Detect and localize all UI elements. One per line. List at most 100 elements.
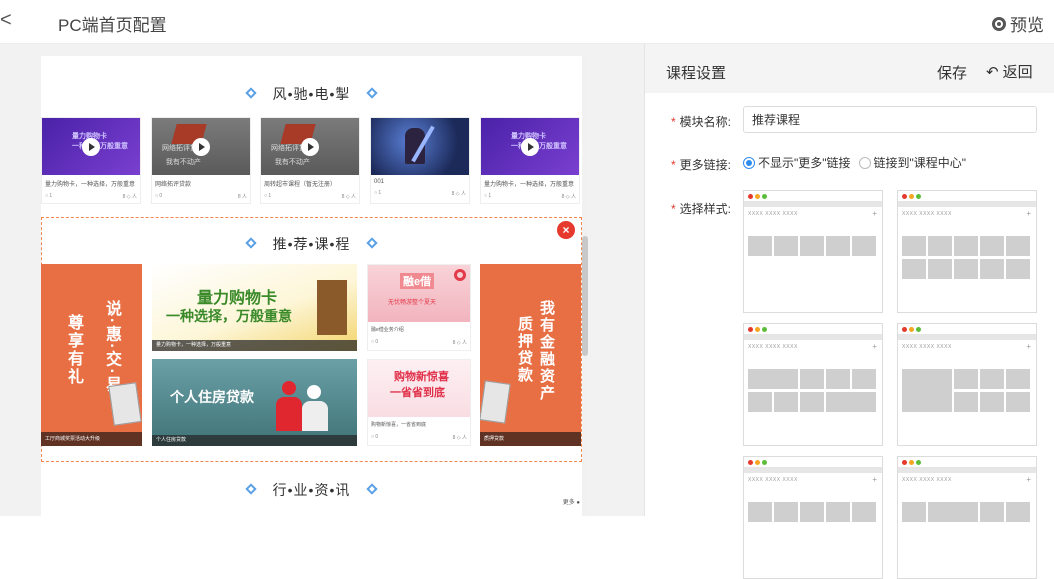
window-dot-icon [755,460,760,465]
style-block [954,369,978,389]
style-block [980,259,1004,279]
style-block [1006,259,1030,279]
play-icon[interactable] [192,137,210,156]
diamond-icon [244,87,257,99]
window-dot-icon [909,194,914,199]
section-title-recommended: 推•荐•课•程 [41,234,582,254]
course-card[interactable]: 001 ○ 18 ◇ 人 [370,117,470,204]
style-block [1006,502,1030,522]
preview-button[interactable]: 预览 [992,11,1044,36]
style-option-5[interactable]: XXXX XXXX XXXX + [743,456,883,579]
style-block [902,369,952,412]
course-thumbnail: 量力购物卡 一种选择万般重意 [42,118,140,175]
page-title: PC端首页配置 [58,16,167,35]
shelf-icon [317,280,347,335]
module-name-input[interactable] [743,106,1037,133]
canvas-scrollbar[interactable] [582,56,588,516]
course-card[interactable]: 量力购物卡 一种选择万般重意 量力购物卡，一种选择，万般重意 ○ 18 ◇ 人 [480,117,580,204]
style-block [826,392,876,412]
window-dot-icon [762,460,767,465]
banner-right[interactable]: 我有金融资产 质押贷款 质押贷款 [480,264,581,446]
panel-title: 课程设置 [666,65,727,82]
course-card[interactable]: 网络拓评贷款 我有不动产 周转超市课程（暂无注册） ○ 18 ◇ 人 [260,117,360,204]
page-preview: 风•驰•电•掣 量力购物卡 一种选择万般重意 量力购物卡，一种选择，万般重意 ○ … [41,56,588,516]
diamond-icon [366,483,379,495]
style-block [954,236,978,256]
course-card-shopping-surprise[interactable]: 购物新惊喜 一省省到底 购物新惊喜，一省省到底 ○ 08 ◇ 人 [367,359,471,446]
back-button[interactable]: < [0,9,14,33]
window-bar [744,324,882,335]
play-icon[interactable] [301,137,319,156]
course-card[interactable]: 量力购物卡 一种选择万般重意 量力购物卡，一种选择，万般重意 ○ 18 ◇ 人 [41,117,141,204]
plus-icon: + [872,475,877,484]
course-card-rongejie[interactable]: 融e借 无忧畅游整个夏天 融e借业务介绍 ○ 08 ◇ 人 [367,264,471,351]
diamond-icon [366,237,379,249]
preview-canvas: 风•驰•电•掣 量力购物卡 一种选择万般重意 量力购物卡，一种选择，万般重意 ○ … [0,44,644,516]
style-header: XXXX XXXX XXXX + [902,209,1031,218]
radio-link-course-center[interactable]: 链接到"课程中心" [858,154,966,171]
radio-unchecked-icon [858,156,871,169]
more-link-radio-group: 不显示"更多"链接 链接到"课程中心" [743,154,974,171]
style-block [800,502,824,522]
window-bar [898,457,1036,468]
more-link[interactable]: 更多 ● [563,497,580,506]
diamond-icon [366,87,379,99]
style-block [928,259,952,279]
style-block [1006,236,1030,256]
style-block [774,502,798,522]
style-option-3[interactable]: XXXX XXXX XXXX + [743,323,883,446]
style-header: XXXX XXXX XXXX + [748,475,877,484]
window-dot-icon [916,194,921,199]
window-dot-icon [902,194,907,199]
preview-label: 预览 [1010,16,1044,35]
course-thumbnail: 购物新惊喜 一省省到底 [368,360,470,417]
window-dot-icon [902,460,907,465]
course-card[interactable]: 网络拓评贷款 我有不动产 网络拓评贷款 ○ 08 人 [151,117,251,204]
style-block [852,236,876,256]
radio-hide-more[interactable]: 不显示"更多"链接 [743,154,851,171]
window-dot-icon [762,327,767,332]
figure-icon [282,381,296,395]
diamond-icon [244,237,257,249]
style-block [902,259,926,279]
save-button[interactable]: 保存 [937,62,967,83]
chevron-left-icon: < [0,9,12,31]
style-block [852,369,876,389]
return-button[interactable]: ↶ 返回 [986,61,1033,82]
window-dot-icon [755,327,760,332]
window-dot-icon [762,194,767,199]
style-header: XXXX XXXX XXXX + [902,475,1031,484]
style-block [800,236,824,256]
window-bar [898,191,1036,202]
style-option-2[interactable]: XXXX XXXX XXXX + [897,190,1037,313]
play-icon[interactable] [521,137,539,156]
style-block [980,502,1004,522]
style-option-6[interactable]: XXXX XXXX XXXX + [897,456,1037,579]
plus-icon: + [1026,475,1031,484]
style-block [826,502,850,522]
course-banner-shopping-card[interactable]: 量力购物卡 一种选择，万般重意 量力购物卡，一种选择，万般重意 [152,264,357,351]
course-thumbnail [371,118,469,175]
radio-checked-icon [743,156,755,169]
course-banner-housing-loan[interactable]: 个人住房贷款 个人住房贷款 [152,359,357,446]
section-title-industry-news: 行•业•资•讯 [41,480,582,500]
course-thumbnail: 网络拓评贷款 我有不动产 [261,118,359,175]
plus-icon: + [872,209,877,218]
style-block [980,236,1004,256]
style-block [1006,392,1030,412]
banner-left[interactable]: 说·惠·交·易 尊享有礼 工厅商城奖票活动大升级 [41,264,142,446]
window-dot-icon [909,460,914,465]
calculator-icon [480,380,511,424]
style-label: * 选择样式: [671,202,732,216]
style-option-1[interactable]: XXXX XXXX XXXX + [743,190,883,313]
section-title-speed: 风•驰•电•掣 [41,84,582,104]
style-block [748,502,772,522]
undo-icon: ↶ [986,63,999,81]
scrollbar-thumb[interactable] [582,236,588,356]
style-block [902,502,926,522]
style-block [928,236,952,256]
style-block [748,369,798,389]
window-dot-icon [916,460,921,465]
play-icon[interactable] [82,137,100,156]
style-option-4[interactable]: XXXX XXXX XXXX + [897,323,1037,446]
